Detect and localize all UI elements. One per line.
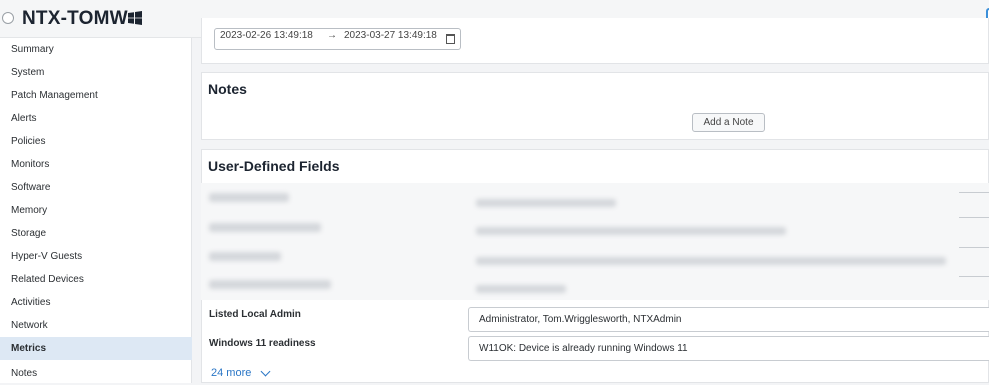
date-range-picker[interactable]: 2023-02-26 13:49:18 → 2023-03-27 13:49:1… — [214, 28, 461, 50]
sidebar-item-activities[interactable]: Activities — [0, 291, 192, 314]
device-title: NTX-TOMW — [22, 8, 128, 29]
sidebar-item-policies[interactable]: Policies — [0, 130, 192, 153]
add-note-button[interactable]: Add a Note — [692, 113, 765, 132]
windows-icon — [128, 11, 142, 25]
sidebar-item-software[interactable]: Software — [0, 176, 192, 199]
sidebar-item-network[interactable]: Network — [0, 314, 192, 337]
udf-label-listed-local-admin: Listed Local Admin — [209, 309, 301, 320]
sidebar-item-patch-management[interactable]: Patch Management — [0, 84, 192, 107]
sidebar-item-system[interactable]: System — [0, 61, 192, 84]
sidebar-item-monitors[interactable]: Monitors — [0, 153, 192, 176]
device-sidebar: Summary System Patch Management Alerts P… — [0, 38, 192, 383]
udf-title: User-Defined Fields — [208, 158, 340, 174]
date-range-start: 2023-02-26 13:49:18 — [220, 30, 313, 41]
sidebar-item-related-devices[interactable]: Related Devices — [0, 268, 192, 291]
sidebar-item-alerts[interactable]: Alerts — [0, 107, 192, 130]
show-more-link[interactable]: 24 more — [211, 367, 251, 379]
redacted-fields — [201, 183, 989, 300]
notes-card — [201, 72, 989, 140]
sidebar-item-storage[interactable]: Storage — [0, 222, 192, 245]
calendar-icon — [446, 34, 455, 44]
notes-title: Notes — [208, 81, 247, 97]
udf-label-windows-11-readiness: Windows 11 readiness — [209, 338, 316, 349]
date-range-arrow: → — [327, 30, 337, 41]
sidebar-item-metrics[interactable]: Metrics — [0, 337, 192, 360]
device-status-icon — [2, 12, 14, 24]
sidebar-item-memory[interactable]: Memory — [0, 199, 192, 222]
sidebar-item-hyper-v-guests[interactable]: Hyper-V Guests — [0, 245, 192, 268]
udf-field-windows-11-readiness[interactable]: W11OK: Device is already running Windows… — [468, 336, 989, 361]
sidebar-item-notes[interactable]: Notes — [0, 362, 192, 385]
sidebar-item-summary[interactable]: Summary — [0, 38, 192, 61]
udf-field-listed-local-admin[interactable]: Administrator, Tom.Wrigglesworth, NTXAdm… — [468, 307, 989, 332]
date-range-end: 2023-03-27 13:49:18 — [344, 30, 437, 41]
